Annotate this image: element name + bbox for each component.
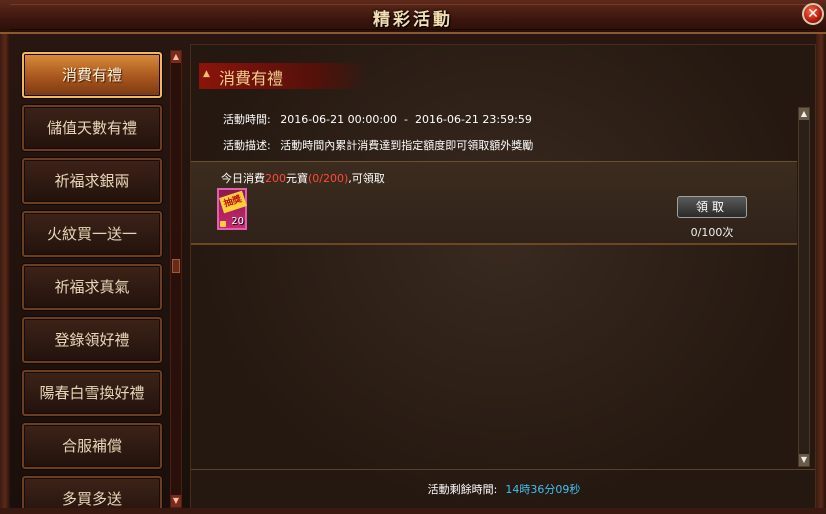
lock-icon — [220, 221, 226, 227]
tier-condition: 今日消費200元寶(0/200),可領取 — [221, 170, 385, 186]
tier-unit: 元寶 — [286, 172, 308, 185]
reward-item-count: 20 — [231, 216, 244, 227]
activity-panel: ▲ 消費有禮 活動時間: 2016-06-21 00:00:00 - 2016-… — [190, 44, 816, 514]
footer-divider — [191, 469, 815, 470]
sidebar-item-recharge-days[interactable]: 儲值天數有禮 — [22, 105, 162, 151]
window-title: 精彩活動 — [373, 10, 453, 30]
reward-tier: 今日消費200元寶(0/200),可領取 抽獎 20 領取 0/100次 — [191, 161, 797, 245]
activity-window: 精彩活動 ✕ 消費有禮 儲值天數有禮 祈福求銀兩 火紋買一送一 祈福求真氣 登錄… — [0, 0, 826, 514]
lottery-item-icon: 抽獎 — [219, 190, 247, 214]
sidebar-item-fire-pattern[interactable]: 火紋買一送一 — [22, 211, 162, 257]
arrow-down-icon[interactable]: ▼ — [171, 495, 181, 507]
activity-desc-row: 活動描述: 活動時間內累計消費達到指定額度即可領取額外獎勵 — [223, 137, 533, 153]
activity-time-value: 2016-06-21 00:00:00 - 2016-06-21 23:59:5… — [280, 113, 532, 126]
tier-progress: (0/200) — [308, 172, 349, 185]
activity-time-row: 活動時間: 2016-06-21 00:00:00 - 2016-06-21 2… — [223, 111, 532, 127]
sidebar-item-consume-gift[interactable]: 消費有禮 — [22, 52, 162, 98]
tier-amount: 200 — [265, 172, 286, 185]
arrow-up-icon[interactable]: ▲ — [799, 108, 809, 120]
sidebar-scroll-thumb[interactable] — [172, 259, 180, 273]
activity-time-label: 活動時間: — [223, 113, 271, 126]
close-icon: ✕ — [807, 6, 819, 22]
left-frame — [0, 34, 10, 514]
arrow-down-icon[interactable]: ▼ — [799, 454, 809, 466]
activity-sidebar: 消費有禮 儲值天數有禮 祈福求銀兩 火紋買一送一 祈福求真氣 登錄領好禮 陽春白… — [18, 44, 168, 514]
remaining-time: 活動剩餘時間: 14時36分09秒 — [191, 481, 817, 497]
sidebar-item-pray-silver[interactable]: 祈福求銀兩 — [22, 158, 162, 204]
remaining-time-label: 活動剩餘時間: — [427, 483, 498, 496]
panel-scrollbar[interactable]: ▲ ▼ — [798, 107, 810, 467]
reward-item-slot[interactable]: 抽獎 20 — [217, 188, 247, 230]
tier-prefix: 今日消費 — [221, 172, 265, 185]
sidebar-item-exchange-gift[interactable]: 陽春白雪換好禮 — [22, 370, 162, 416]
triangle-icon: ▲ — [203, 69, 210, 79]
activity-desc-value: 活動時間內累計消費達到指定額度即可領取額外獎勵 — [280, 139, 534, 152]
title-bar: 精彩活動 ✕ — [0, 0, 826, 34]
claim-count: 0/100次 — [690, 226, 734, 239]
sidebar-item-pray-qi[interactable]: 祈福求真氣 — [22, 264, 162, 310]
close-button[interactable]: ✕ — [802, 3, 824, 25]
activity-desc-label: 活動描述: — [223, 139, 271, 152]
tier-suffix: ,可領取 — [348, 172, 385, 185]
right-frame — [816, 34, 826, 514]
bottom-frame — [0, 508, 826, 514]
panel-title: 消費有禮 — [219, 69, 284, 88]
sidebar-item-merge-compensation[interactable]: 合服補償 — [22, 423, 162, 469]
sidebar-scrollbar[interactable]: ▲ ▼ — [170, 50, 182, 508]
remaining-time-value: 14時36分09秒 — [505, 483, 581, 496]
sidebar-item-login-gift[interactable]: 登錄領好禮 — [22, 317, 162, 363]
claim-button[interactable]: 領取 — [677, 196, 747, 218]
arrow-up-icon[interactable]: ▲ — [171, 51, 181, 63]
